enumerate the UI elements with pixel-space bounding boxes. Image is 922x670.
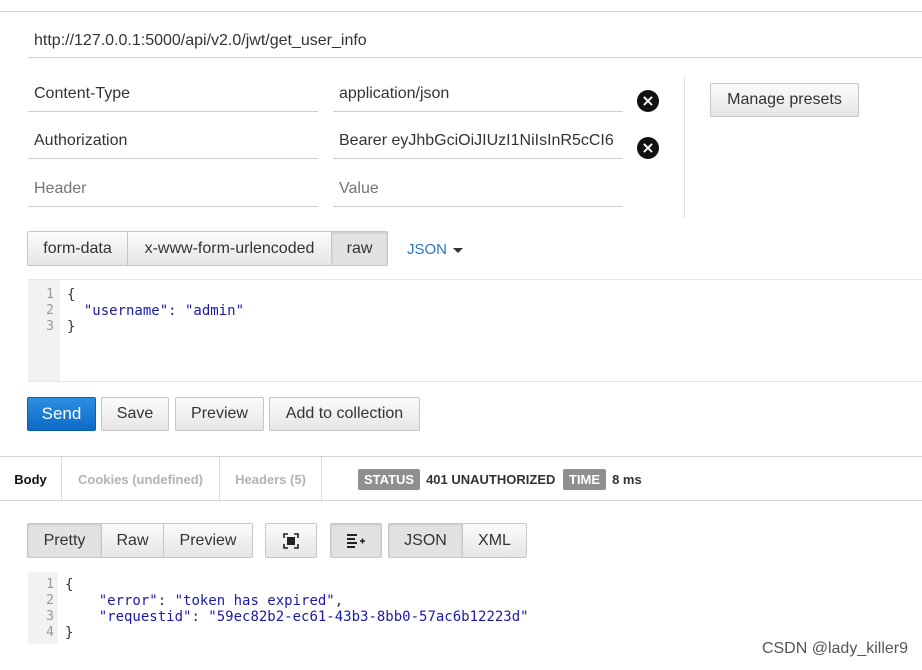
header-key-input-2[interactable] xyxy=(28,123,318,159)
code-line: "requestid": "59ec82b2-ec61-43b3-8bb0-57… xyxy=(98,609,529,625)
json-key: "error" xyxy=(98,593,158,609)
tab-xml[interactable]: XML xyxy=(462,523,527,558)
time-value: 8 ms xyxy=(612,472,642,487)
time-badge: TIME xyxy=(563,469,607,490)
tab-response-body[interactable]: Body xyxy=(0,457,62,501)
line-gutter: 1 2 3 4 xyxy=(28,572,58,644)
manage-presets-button[interactable]: Manage presets xyxy=(710,83,859,117)
save-button[interactable]: Save xyxy=(101,397,169,431)
response-divider-bottom xyxy=(0,500,922,501)
code-line: } xyxy=(67,319,76,335)
delete-header-icon[interactable]: × xyxy=(637,90,659,112)
tab-response-headers[interactable]: Headers (5) xyxy=(220,457,322,501)
request-body-editor[interactable]: 1 2 3 { "username": "admin" } xyxy=(28,279,922,382)
code-line: "error": "token has expired", xyxy=(98,593,344,609)
header-value-input-1[interactable] xyxy=(333,76,623,112)
json-key: "requestid" xyxy=(98,609,192,625)
status-group: STATUS 401 UNAUTHORIZED xyxy=(358,469,555,490)
fullscreen-button[interactable] xyxy=(265,523,317,558)
tab-pretty[interactable]: Pretty xyxy=(27,523,102,558)
line-number: 2 xyxy=(46,593,54,608)
tab-raw[interactable]: raw xyxy=(331,231,388,266)
fullscreen-icon xyxy=(283,532,299,549)
wrap-lines-icon xyxy=(347,533,365,548)
code-line: { xyxy=(65,577,74,593)
line-number: 1 xyxy=(46,287,54,302)
tab-json[interactable]: JSON xyxy=(388,523,463,558)
response-body-viewer[interactable]: 1 2 3 4 { "error": "token has expired", … xyxy=(28,572,922,644)
wrap-lines-button[interactable] xyxy=(330,523,382,558)
tab-form-data[interactable]: form-data xyxy=(27,231,128,266)
time-group: TIME 8 ms xyxy=(563,469,642,490)
raw-format-label: JSON xyxy=(407,240,448,258)
status-badge: STATUS xyxy=(358,469,421,490)
tab-response-cookies[interactable]: Cookies (undefined) xyxy=(62,457,220,501)
new-header-key-input[interactable] xyxy=(28,171,318,207)
top-divider xyxy=(0,0,922,12)
add-to-collection-button[interactable]: Add to collection xyxy=(269,397,420,431)
line-number: 3 xyxy=(46,319,54,334)
line-number: 2 xyxy=(46,303,54,318)
body-mode-tabs: form-data x-www-form-urlencoded raw xyxy=(27,231,388,266)
tab-raw-response[interactable]: Raw xyxy=(101,523,164,558)
watermark: CSDN @lady_killer9 xyxy=(761,640,908,657)
json-value: "59ec82b2-ec61-43b3-8bb0-57ac6b12223d" xyxy=(208,609,529,625)
preview-button[interactable]: Preview xyxy=(175,397,264,431)
line-gutter: 1 2 3 xyxy=(28,280,60,381)
header-key-input-1[interactable] xyxy=(28,76,318,112)
line-number: 3 xyxy=(46,609,54,624)
code-line: { xyxy=(67,287,76,303)
raw-format-dropdown[interactable]: JSON xyxy=(407,239,464,259)
caret-down-icon xyxy=(453,247,464,253)
code-line: } xyxy=(65,625,74,641)
status-value: 401 UNAUTHORIZED xyxy=(426,472,556,487)
panel-divider xyxy=(684,76,685,218)
tab-preview-response[interactable]: Preview xyxy=(163,523,253,558)
send-button[interactable]: Send xyxy=(27,397,96,431)
line-number: 1 xyxy=(46,577,54,592)
header-value-input-2[interactable] xyxy=(333,123,623,159)
json-value: "token has expired" xyxy=(174,593,335,609)
url-input[interactable] xyxy=(28,24,922,58)
response-view-tabs: Pretty Raw Preview xyxy=(27,523,253,558)
code-line: "username": "admin" xyxy=(67,303,245,319)
delete-header-icon[interactable]: × xyxy=(637,137,659,159)
new-header-value-input[interactable] xyxy=(333,171,623,207)
tab-x-www-form-urlencoded[interactable]: x-www-form-urlencoded xyxy=(127,231,332,266)
response-format-tabs: JSON XML xyxy=(388,523,527,558)
line-number: 4 xyxy=(46,625,54,640)
